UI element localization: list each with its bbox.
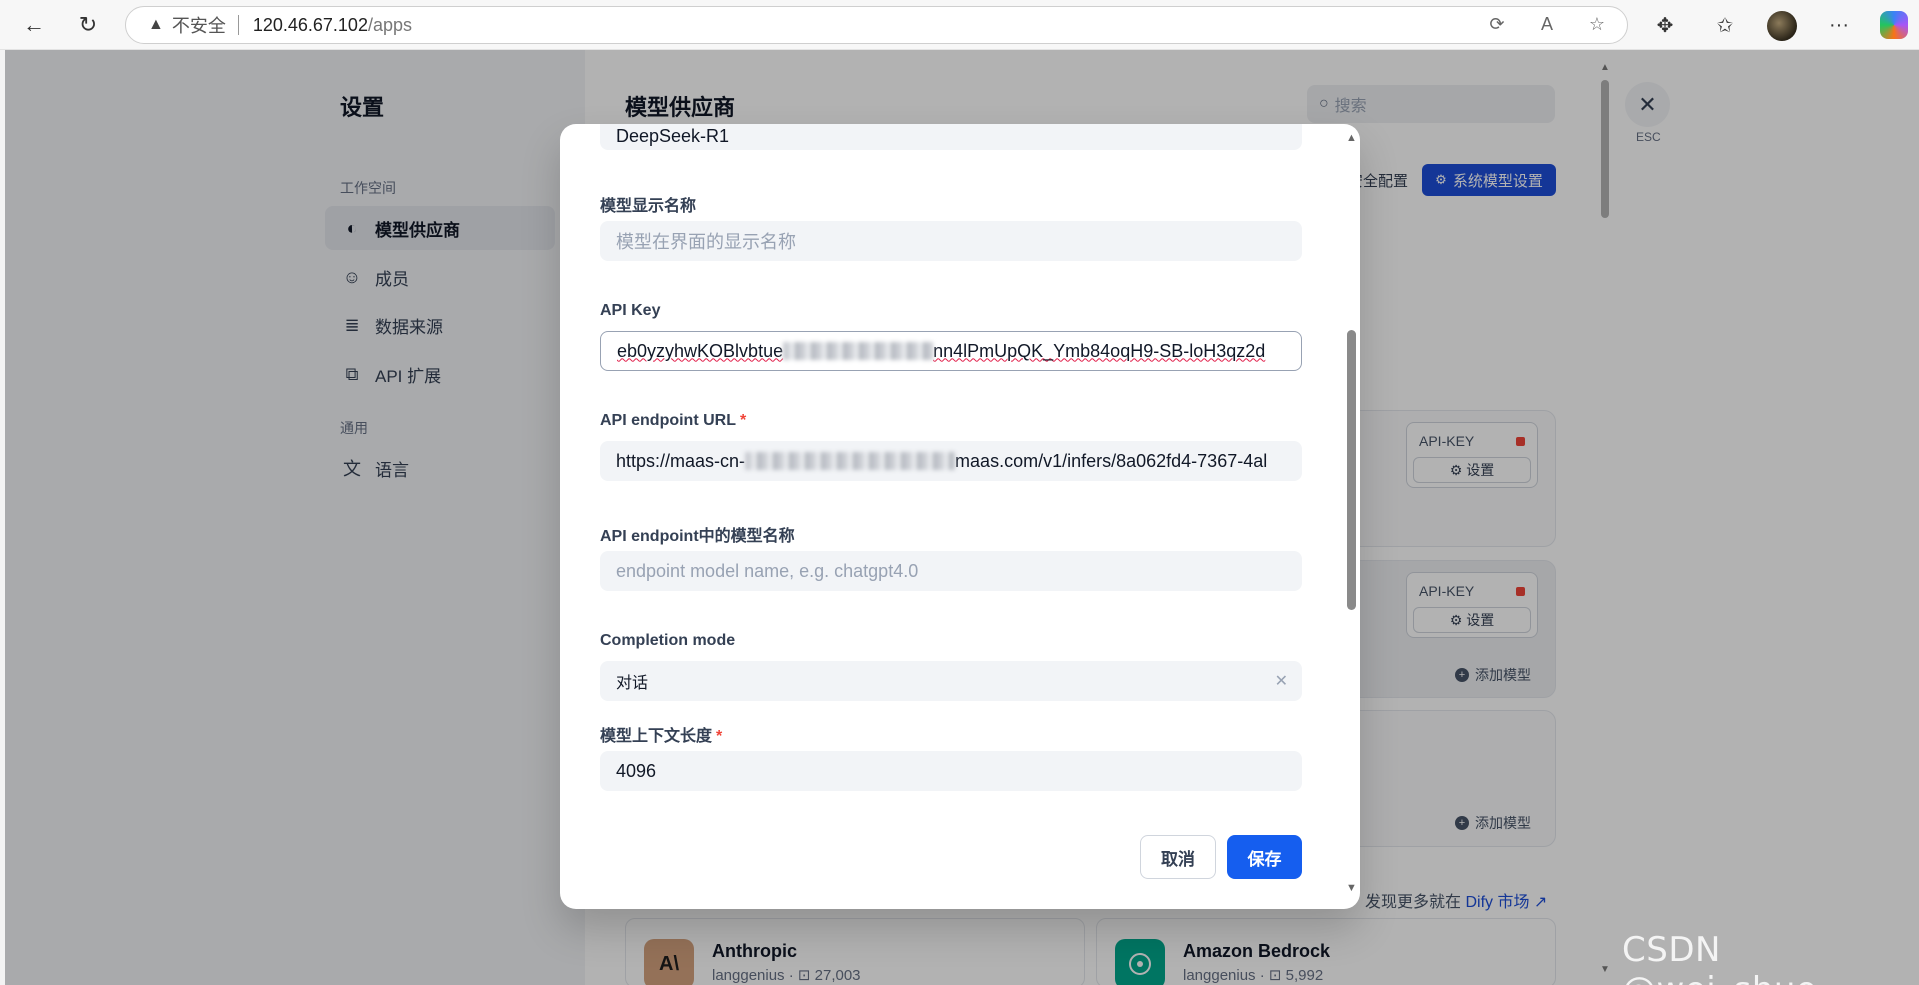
refresh-icon[interactable]: ↻ bbox=[72, 9, 104, 41]
endpoint-url-input[interactable]: https://maas-cn-maas.com/v1/infers/8a062… bbox=[600, 441, 1302, 481]
extensions-icon[interactable]: ✥ bbox=[1650, 10, 1680, 40]
api-key-field-label: API Key bbox=[600, 302, 661, 319]
display-name-label: 模型显示名称 bbox=[600, 198, 697, 215]
warning-icon: ▲ bbox=[148, 16, 164, 33]
completion-mode-select[interactable]: 对话 ✕ bbox=[600, 661, 1302, 701]
completion-mode-value: 对话 bbox=[616, 675, 649, 692]
security-warning[interactable]: 不安全 bbox=[172, 12, 226, 38]
edge-sync-icon[interactable]: ⟳ bbox=[1482, 9, 1512, 39]
scroll-up-arrow[interactable]: ▲ bbox=[1600, 62, 1610, 73]
redacted-area bbox=[783, 342, 934, 360]
context-length-label: 模型上下文长度 * bbox=[600, 728, 723, 745]
browser-toolbar: ← ↻ ▲ 不安全 120.46.67.102/apps ⟳ A ☆ ✥ ✩ ·… bbox=[0, 0, 1919, 50]
api-key-input[interactable]: eb0yzyhwKOBlvbtue nn4lPmUpQK_Ymb84oqH9-SB… bbox=[600, 331, 1302, 371]
model-name-input[interactable]: DeepSeek-R1 bbox=[600, 124, 1302, 150]
endpoint-model-input[interactable]: endpoint model name, e.g. chatgpt4.0 bbox=[600, 551, 1302, 591]
watermark: CSDN @wei_shuo bbox=[1622, 930, 1817, 985]
save-button[interactable]: 保存 bbox=[1227, 835, 1302, 879]
redacted-area bbox=[745, 452, 956, 470]
profile-avatar[interactable] bbox=[1767, 11, 1797, 41]
favorites-icon[interactable]: ✩ bbox=[1710, 10, 1740, 40]
endpoint-model-label: API endpoint中的模型名称 bbox=[600, 528, 795, 545]
scroll-down-arrow[interactable]: ▼ bbox=[1600, 964, 1610, 975]
context-length-input[interactable]: 4096 bbox=[600, 751, 1302, 791]
scrollbar-thumb[interactable] bbox=[1347, 330, 1356, 610]
clear-icon[interactable]: ✕ bbox=[1275, 671, 1288, 691]
display-name-input[interactable]: 模型在界面的显示名称 bbox=[600, 221, 1302, 261]
endpoint-url-label: API endpoint URL * bbox=[600, 412, 747, 429]
more-icon[interactable]: ··· bbox=[1824, 10, 1854, 40]
completion-mode-label: Completion mode bbox=[600, 632, 736, 649]
dialog-scrollbar[interactable]: ▲ ▼ bbox=[1344, 124, 1358, 909]
scrollbar-thumb[interactable] bbox=[1601, 80, 1609, 218]
address-bar[interactable]: ▲ 不安全 120.46.67.102/apps bbox=[125, 6, 1628, 44]
cancel-button[interactable]: 取消 bbox=[1140, 835, 1216, 879]
scroll-down-arrow[interactable]: ▼ bbox=[1346, 882, 1357, 894]
scroll-up-arrow[interactable]: ▲ bbox=[1346, 132, 1357, 144]
read-aloud-icon[interactable]: A bbox=[1532, 9, 1562, 39]
copilot-icon[interactable] bbox=[1880, 11, 1908, 39]
page-scrollbar[interactable]: ▲ ▼ bbox=[1600, 62, 1610, 982]
favorite-star-icon[interactable]: ☆ bbox=[1582, 9, 1612, 39]
model-config-dialog: DeepSeek-R1 模型显示名称 模型在界面的显示名称 API Key eb… bbox=[560, 124, 1360, 909]
address-separator bbox=[237, 15, 239, 35]
back-icon[interactable]: ← bbox=[18, 9, 50, 41]
url-host: 120.46.67.102 bbox=[252, 14, 368, 35]
url-path: /apps bbox=[367, 14, 413, 35]
